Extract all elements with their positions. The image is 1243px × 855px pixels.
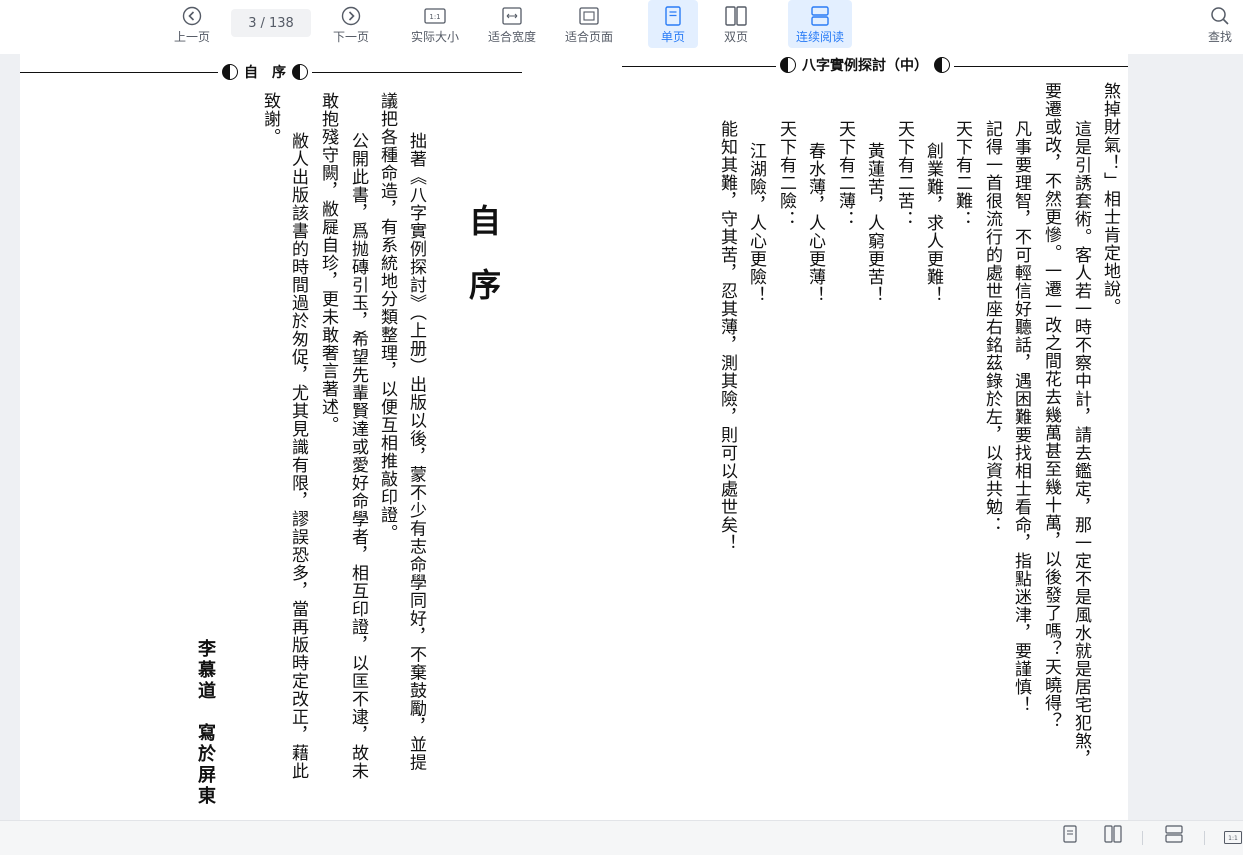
- text-column-2: 這是引誘套術。客人若一時不察中計，請去鑑定，那一定不是風水就是居宅犯煞，: [1071, 120, 1091, 768]
- chevron-right-circle-icon: [341, 5, 361, 27]
- fit-page-icon: [579, 5, 599, 27]
- prev-page-button[interactable]: 上一页: [168, 0, 216, 48]
- text-column-8: 天下有二苦：: [894, 120, 914, 228]
- actual-size-view-icon-text: 1:1: [1228, 835, 1238, 842]
- yin-yang-icon: [934, 57, 950, 73]
- preface-column-6: 致謝。: [260, 92, 280, 146]
- continuous-reading-label: 连续阅读: [795, 29, 844, 44]
- next-page-label: 下一页: [332, 29, 369, 44]
- yin-yang-icon: [222, 64, 238, 80]
- text-column-9: 黃蓮苦，人窮更苦！: [864, 142, 884, 304]
- preface-column-3: 公開此書，爲抛磚引玉，希望先輩賢達或愛好命學者，相互印證，以匡不逮，故未: [348, 132, 368, 780]
- text-column-4: 凡事要理智，不可輕信好聽話，遇困難要找相士看命，指點迷津，要謹慎！: [1011, 120, 1031, 714]
- continuous-reading-button[interactable]: 连续阅读: [788, 0, 852, 48]
- actual-size-icon-text: 1:1: [429, 13, 440, 21]
- right-page-header: 八字實例探討（中）: [776, 55, 954, 75]
- text-column-3: 要遷或改，不然更慘。一遷一改之間花去幾萬甚至幾十萬，以後發了嗎？天曉得？: [1041, 82, 1061, 730]
- text-column-1: 煞掉財氣！」相士肯定地說。: [1100, 82, 1120, 316]
- toolbar: 上一页 3 / 138 下一页 1:1 实际大小 适合宽度 适合页面 单页 双页…: [0, 0, 1243, 54]
- status-divider: [1142, 831, 1143, 845]
- fit-width-label: 适合宽度: [487, 29, 536, 44]
- preface-column-5: 敝人出版該書的時間過於匆促，尤其見識有限，謬誤恐多，當再版時定改正，藉此: [288, 132, 308, 780]
- yin-yang-icon: [780, 57, 796, 73]
- text-column-6: 天下有二難：: [952, 120, 972, 228]
- total-pages: / 138: [260, 15, 294, 31]
- left-page-header: 自 序: [218, 62, 312, 82]
- preface-title: 自序: [464, 204, 502, 332]
- actual-size-button[interactable]: 1:1 实际大小: [404, 0, 466, 48]
- continuous-reading-icon: [810, 5, 830, 27]
- status-bar: 1:1: [0, 820, 1243, 855]
- search-button[interactable]: 查找: [1200, 0, 1240, 48]
- single-page-icon: [665, 5, 681, 27]
- double-page-icon: [725, 5, 747, 27]
- single-page-button[interactable]: 单页: [648, 0, 698, 48]
- text-column-13: 江湖險，人心更險！: [746, 142, 766, 304]
- preface-column-4: 敢抱殘守闕，敝屣自珍，更未敢奢言著述。: [318, 92, 338, 434]
- prev-page-label: 上一页: [173, 29, 210, 44]
- next-page-button[interactable]: 下一页: [327, 0, 375, 48]
- continuous-view-icon[interactable]: [1165, 825, 1183, 847]
- chevron-left-circle-icon: [182, 5, 202, 27]
- right-header-text: 八字實例探討（中）: [802, 58, 928, 74]
- double-page-label: 双页: [723, 29, 748, 44]
- page-number-input[interactable]: 3 / 138: [231, 9, 311, 37]
- text-column-7: 創業難，求人更難！: [923, 142, 943, 304]
- text-column-5: 記得一首很流行的處世座右銘茲錄於左，以資共勉：: [982, 120, 1002, 534]
- document-page: 自 序 自序 拙著《八字實例探討》（上册）出版以後，蒙不少有志命學同好，不棄鼓勵…: [20, 54, 1128, 820]
- fit-width-icon: [502, 5, 522, 27]
- left-header-text: 自 序: [244, 65, 286, 81]
- preface-column-2: 議把各種命造，有系統地分類整理，以便互相推敲印證。: [377, 92, 397, 542]
- actual-size-label: 实际大小: [410, 29, 459, 44]
- search-icon: [1210, 5, 1230, 27]
- status-divider: [1204, 831, 1205, 845]
- single-page-label: 单页: [660, 29, 685, 44]
- double-page-view-icon[interactable]: [1104, 825, 1122, 847]
- double-page-button[interactable]: 双页: [711, 0, 761, 48]
- document-viewport[interactable]: 自 序 自序 拙著《八字實例探討》（上册）出版以後，蒙不少有志命學同好，不棄鼓勵…: [0, 54, 1243, 820]
- actual-size-icon: 1:1: [424, 5, 446, 27]
- preface-column-1: 拙著《八字實例探討》（上册）出版以後，蒙不少有志命學同好，不棄鼓勵，並提: [406, 132, 426, 772]
- fit-width-button[interactable]: 适合宽度: [482, 0, 542, 48]
- preface-signature: 李慕道 寫於屏東: [195, 639, 216, 807]
- current-page: 3: [248, 15, 257, 31]
- text-column-14: 能知其難，守其苦，忍其薄，測其險，則可以處世矣！: [717, 120, 737, 552]
- fit-page-label: 适合页面: [564, 29, 613, 44]
- actual-size-view-icon[interactable]: 1:1: [1224, 829, 1242, 848]
- single-page-view-icon[interactable]: [1063, 825, 1077, 847]
- text-column-12: 天下有二險：: [776, 120, 796, 228]
- fit-page-button[interactable]: 适合页面: [558, 0, 620, 48]
- text-column-10: 天下有二薄：: [835, 120, 855, 228]
- search-label: 查找: [1207, 29, 1232, 44]
- text-column-11: 春水薄，人心更薄！: [805, 142, 825, 304]
- yin-yang-icon: [292, 64, 308, 80]
